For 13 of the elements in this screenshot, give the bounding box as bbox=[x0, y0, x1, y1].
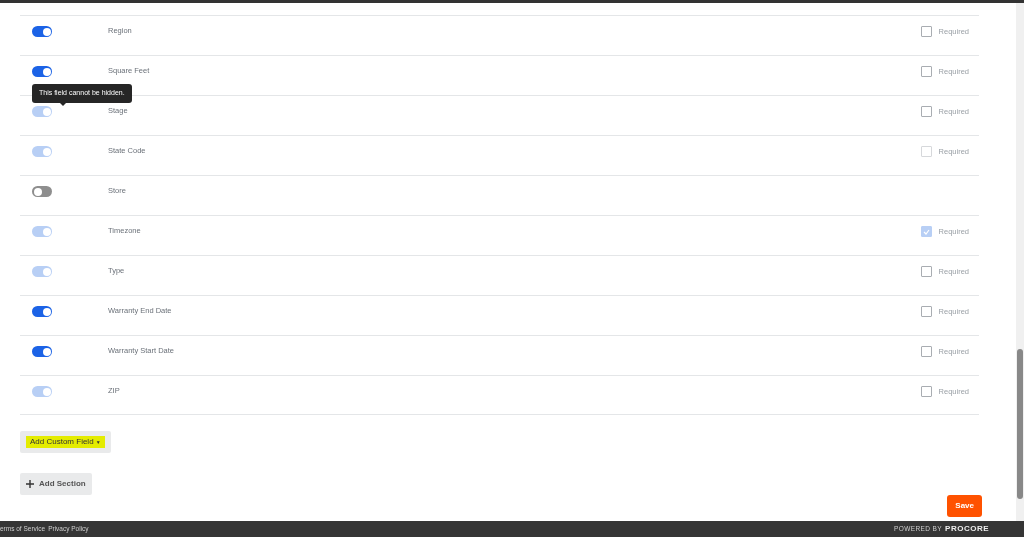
toggle-switch[interactable] bbox=[32, 346, 52, 357]
required-checkbox[interactable] bbox=[920, 346, 932, 358]
toggle-switch[interactable] bbox=[32, 306, 52, 317]
required-checkbox[interactable] bbox=[920, 66, 932, 78]
toggle-switch[interactable] bbox=[32, 186, 52, 197]
brand-logo: PROCORE bbox=[945, 523, 989, 535]
scrollbar-thumb[interactable] bbox=[1017, 349, 1023, 499]
toggle-switch[interactable] bbox=[32, 26, 52, 37]
required-checkbox[interactable] bbox=[920, 26, 932, 38]
plus-icon bbox=[26, 480, 34, 488]
required-checkbox[interactable] bbox=[920, 306, 932, 318]
toggle-switch[interactable] bbox=[32, 66, 52, 77]
add-section-button[interactable]: Add Section bbox=[20, 473, 92, 495]
